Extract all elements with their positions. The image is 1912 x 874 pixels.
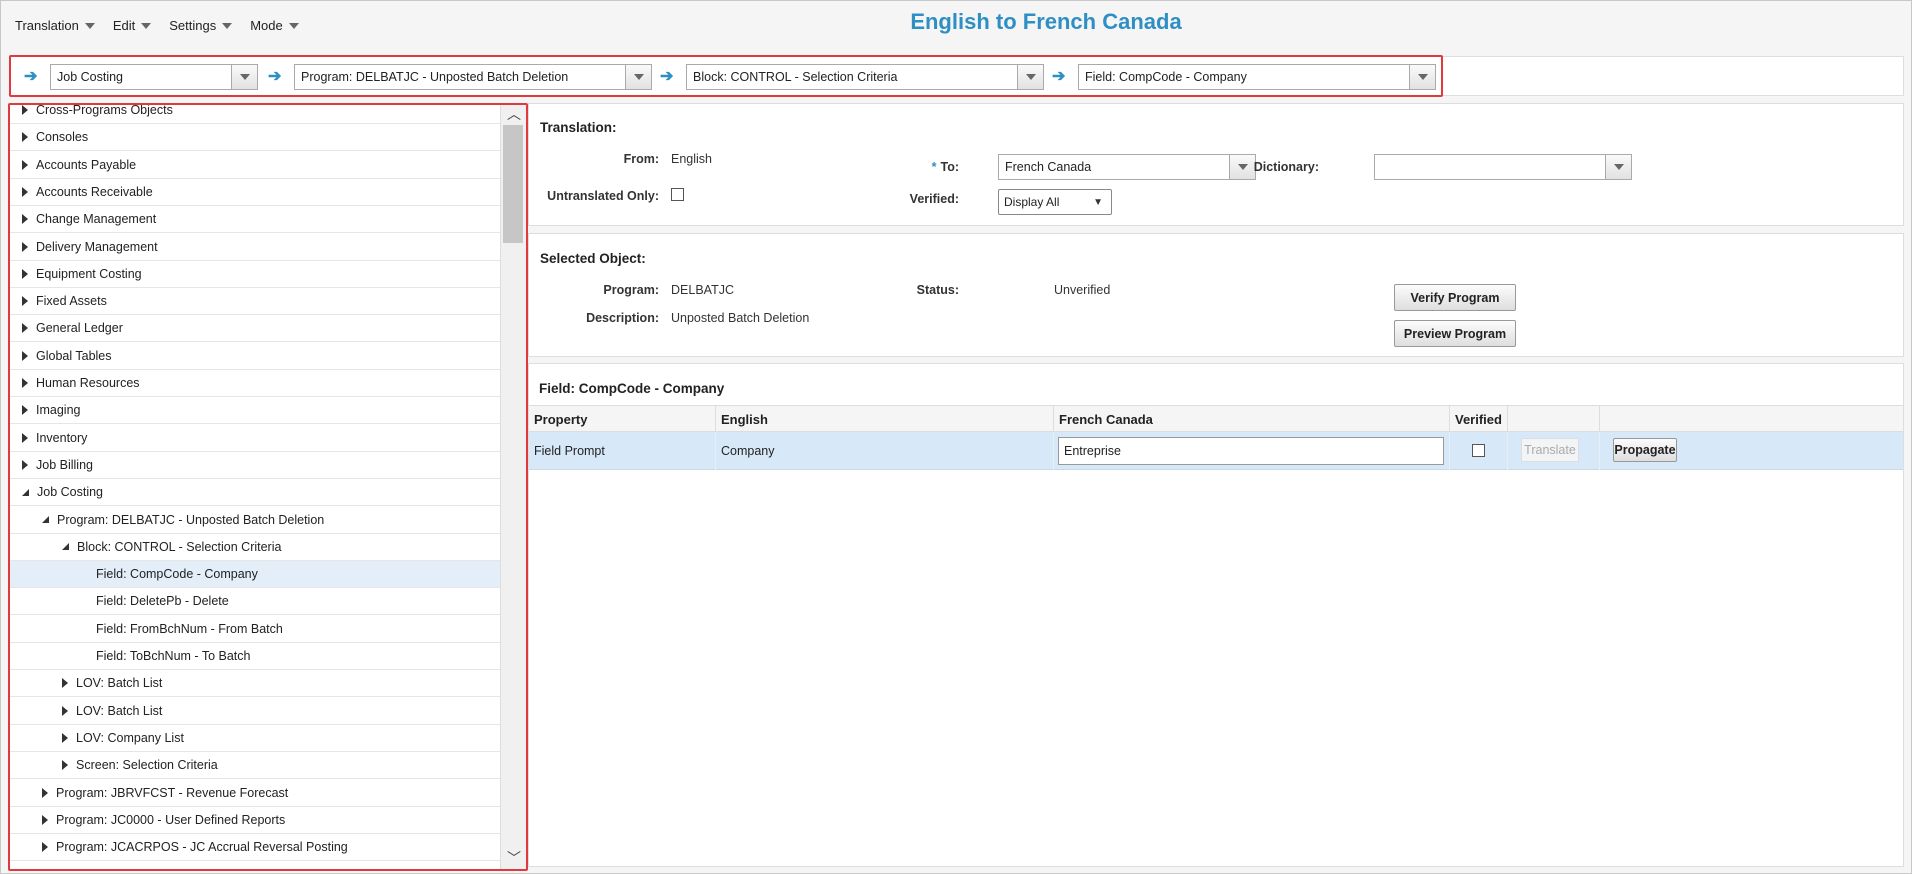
column-header-property[interactable]: Property bbox=[529, 406, 716, 432]
from-label: From: bbox=[623, 152, 659, 166]
cell-french: Entreprise bbox=[1054, 432, 1450, 470]
column-header-verified[interactable]: Verified bbox=[1450, 406, 1508, 432]
combo-dropdown-button[interactable] bbox=[1605, 155, 1631, 179]
status-label: Status: bbox=[916, 283, 959, 297]
verified-filter-label: Verified: bbox=[909, 192, 959, 206]
cell-verified bbox=[1450, 432, 1508, 470]
propagate-button[interactable]: Propagate bbox=[1613, 438, 1677, 462]
verified-filter-value: Display All bbox=[1004, 195, 1060, 209]
description-label: Description: bbox=[586, 311, 659, 325]
untranslated-only-checkbox[interactable] bbox=[671, 188, 684, 201]
tree-highlight bbox=[8, 103, 528, 871]
chevron-down-icon: ▼ bbox=[1093, 196, 1103, 208]
dictionary-label: Dictionary: bbox=[1253, 160, 1319, 174]
selected-object-heading: Selected Object: bbox=[540, 251, 646, 266]
required-indicator: * bbox=[931, 160, 937, 174]
table-row[interactable]: Field Prompt Company Entreprise Translat… bbox=[529, 432, 1903, 470]
verified-filter-select[interactable]: Display All ▼ bbox=[998, 189, 1112, 215]
column-header-english[interactable]: English bbox=[716, 406, 1054, 432]
french-translation-input[interactable]: Entreprise bbox=[1058, 437, 1444, 465]
description-value: Unposted Batch Deletion bbox=[671, 311, 810, 325]
cell-translate: Translate bbox=[1508, 432, 1600, 470]
from-value: English bbox=[671, 152, 712, 166]
dictionary-combo[interactable] bbox=[1374, 154, 1632, 180]
page-title: English to French Canada bbox=[910, 9, 1182, 34]
chevron-down-icon bbox=[1613, 164, 1624, 170]
column-header-propagate bbox=[1600, 406, 1903, 432]
program-value: DELBATJC bbox=[671, 283, 734, 297]
to-label-text: To: bbox=[940, 160, 959, 174]
column-header-french-canada[interactable]: French Canada bbox=[1054, 406, 1450, 432]
breadcrumb-highlight bbox=[9, 55, 1443, 97]
app-window: Translation Edit Settings Mode English t… bbox=[0, 0, 1912, 874]
translate-button[interactable]: Translate bbox=[1521, 438, 1579, 462]
untranslated-only-label: Untranslated Only: bbox=[547, 189, 659, 203]
cell-propagate: Propagate bbox=[1600, 432, 1903, 470]
verify-program-button[interactable]: Verify Program bbox=[1394, 284, 1516, 311]
status-value: Unverified bbox=[1054, 283, 1111, 297]
field-heading: Field: CompCode - Company bbox=[539, 381, 725, 396]
cell-english: Company bbox=[716, 432, 1054, 470]
translation-panel: Translation: From: English Untranslated … bbox=[528, 103, 1904, 226]
translation-heading: Translation: bbox=[540, 120, 617, 135]
selected-object-panel: Selected Object: Program: DELBATJC Descr… bbox=[528, 233, 1904, 357]
to-label: * To: bbox=[829, 160, 959, 174]
column-header-translate bbox=[1508, 406, 1600, 432]
preview-program-button[interactable]: Preview Program bbox=[1394, 320, 1516, 347]
cell-property: Field Prompt bbox=[529, 432, 716, 470]
grid-header: Property English French Canada Verified bbox=[529, 405, 1903, 432]
program-label: Program: bbox=[603, 283, 659, 297]
verified-checkbox[interactable] bbox=[1472, 444, 1485, 457]
field-panel: Field: CompCode - Company Property Engli… bbox=[528, 363, 1904, 867]
